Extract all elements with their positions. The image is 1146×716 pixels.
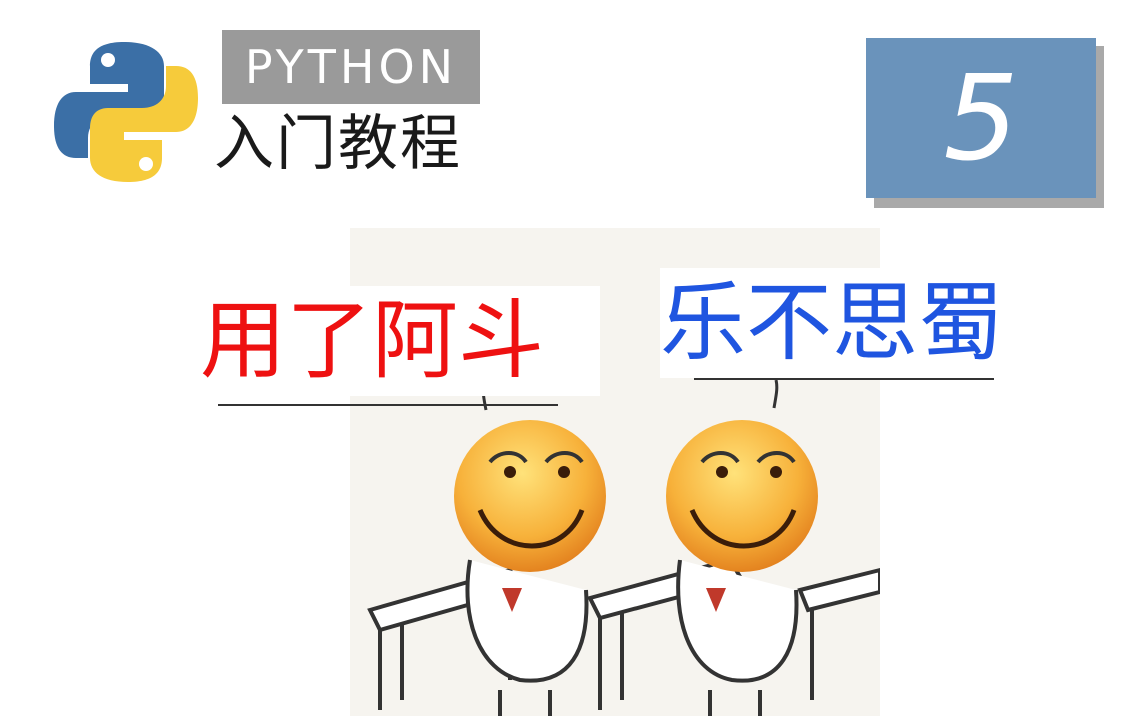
course-subtitle: 入门教程 [214,109,462,179]
caption-left-underline [218,404,558,406]
caption-right-underline [694,378,994,380]
caption-left: 用了阿斗 [200,286,600,396]
caption-right: 乐不思蜀 [660,268,1040,378]
two-smiling-students-at-desks-icon [367,380,880,716]
episode-number-badge: 5 [866,38,1096,198]
python-logo-icon [54,42,198,182]
python-label: PYTHON [222,30,480,104]
